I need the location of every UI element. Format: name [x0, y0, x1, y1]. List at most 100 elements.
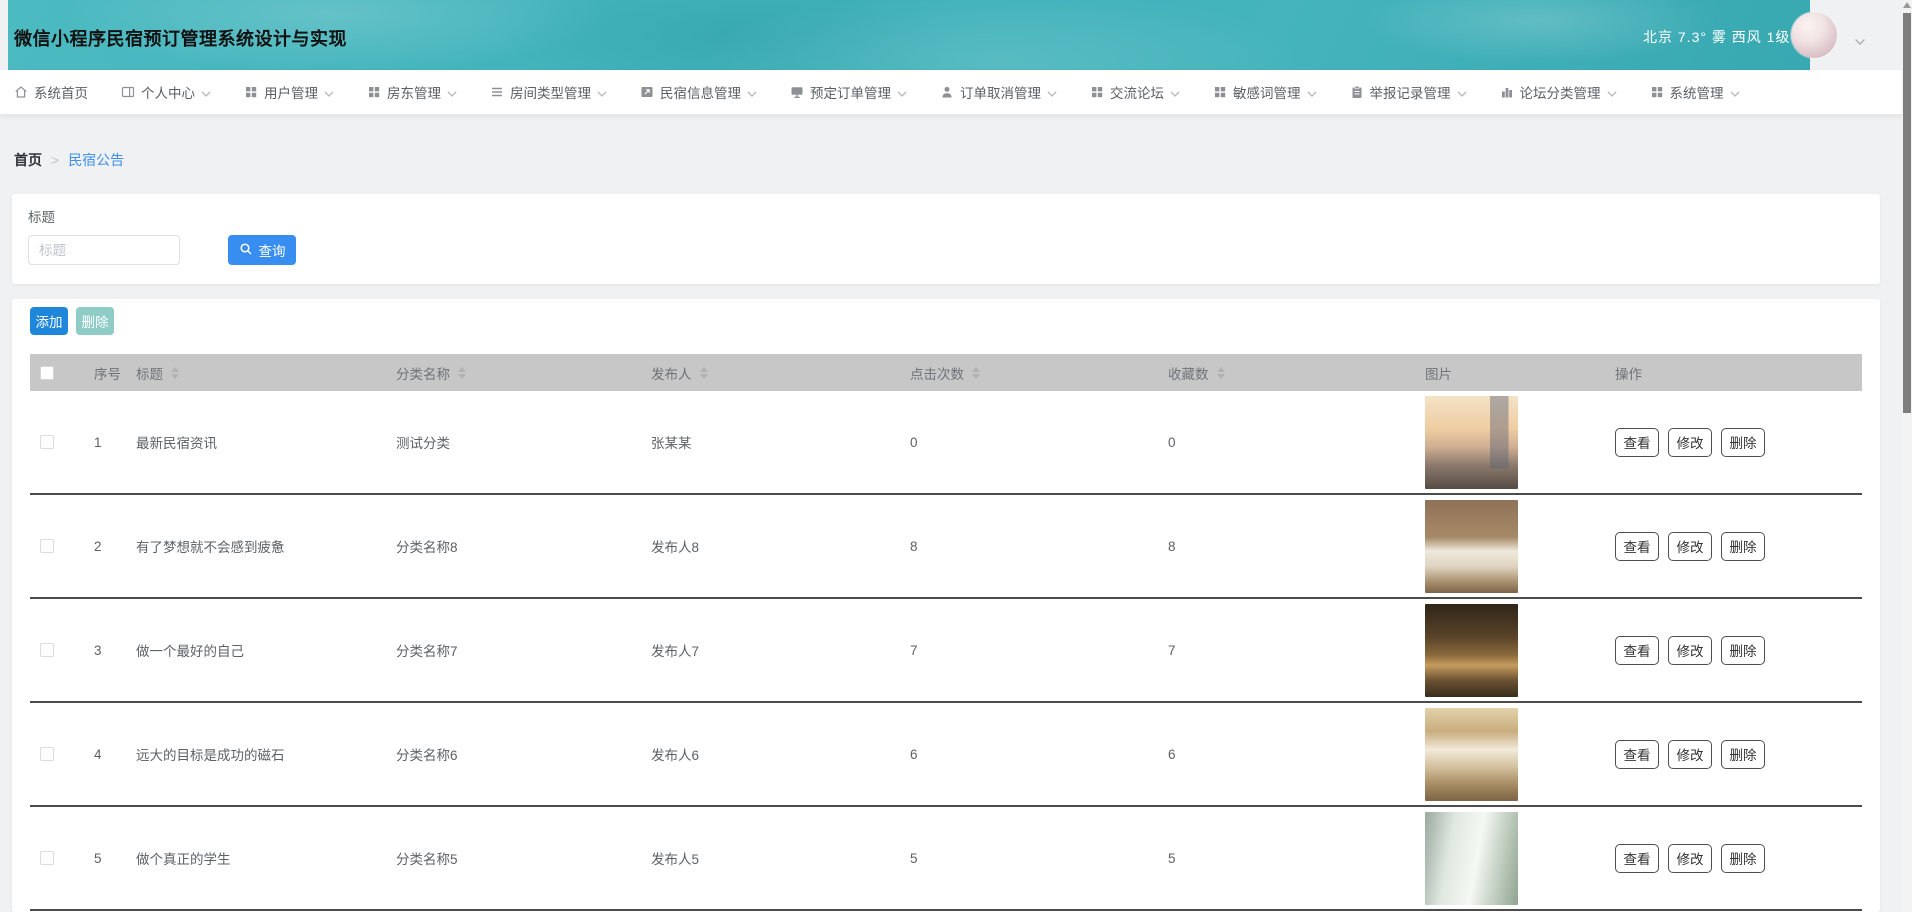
nav-item-booking-order-management[interactable]: 预定订单管理 — [790, 82, 907, 102]
clipboard-icon — [1350, 85, 1364, 99]
table-row: 1 最新民宿资讯 测试分类 张某某 0 0 查看 修改 删除 — [30, 391, 1862, 495]
row-checkbox[interactable] — [40, 747, 54, 761]
page-title: 微信小程序民宿预订管理系统设计与实现 — [14, 29, 347, 49]
nav-item-personal-center[interactable]: 个人中心 — [121, 82, 211, 102]
search-panel: 标题 查询 — [12, 194, 1880, 284]
nav-item-landlord-management[interactable]: 房东管理 — [367, 82, 457, 102]
row-publisher: 发布人8 — [651, 540, 700, 555]
app-header-banner: 微信小程序民宿预订管理系统设计与实现 北京 7.3° 雾 西风 1级 — [8, 0, 1810, 70]
row-index: 4 — [94, 746, 102, 762]
delete-row-button[interactable]: 删除 — [1721, 531, 1765, 561]
grid-icon — [1213, 85, 1227, 99]
grid-icon — [244, 85, 258, 99]
chevron-down-icon — [597, 85, 607, 100]
row-clicks: 6 — [910, 746, 918, 762]
delete-button[interactable]: 删除 — [76, 307, 114, 335]
image-icon — [640, 85, 654, 99]
view-button[interactable]: 查看 — [1615, 739, 1659, 769]
vertical-scrollbar[interactable] — [1902, 0, 1912, 912]
breadcrumb: 首页 > 民宿公告 — [14, 150, 124, 170]
row-title: 远大的目标是成功的磁石 — [136, 748, 285, 763]
chevron-down-icon — [324, 85, 334, 100]
edit-button[interactable]: 修改 — [1668, 843, 1712, 873]
nav-item-order-cancel-management[interactable]: 订单取消管理 — [940, 82, 1057, 102]
delete-row-button[interactable]: 删除 — [1721, 427, 1765, 457]
nav-item-forum[interactable]: 交流论坛 — [1090, 82, 1180, 102]
thumbnail-image — [1425, 811, 1518, 905]
thumbnail-image — [1425, 707, 1518, 801]
table-row: 2 有了梦想就不会感到疲惫 分类名称8 发布人8 8 8 查看 修改 删除 — [30, 495, 1862, 599]
column-header-title[interactable]: 标题 — [136, 363, 396, 383]
thumbnail-image — [1425, 395, 1518, 489]
chevron-down-icon — [747, 85, 757, 100]
sort-icon[interactable] — [1216, 366, 1225, 379]
row-clicks: 7 — [910, 642, 918, 658]
sort-icon[interactable] — [171, 366, 179, 379]
row-category: 分类名称8 — [396, 540, 458, 555]
scrollbar-up-arrow-icon[interactable] — [1903, 2, 1911, 8]
nav-item-report-record-management[interactable]: 举报记录管理 — [1350, 82, 1467, 102]
view-button[interactable]: 查看 — [1615, 427, 1659, 457]
edit-button[interactable]: 修改 — [1668, 427, 1712, 457]
nav-item-forum-category-management[interactable]: 论坛分类管理 — [1500, 82, 1617, 102]
thumbnail-image — [1425, 499, 1518, 593]
breadcrumb-current[interactable]: 民宿公告 — [68, 150, 124, 170]
row-checkbox[interactable] — [40, 643, 54, 657]
breadcrumb-home[interactable]: 首页 — [14, 150, 42, 170]
row-checkbox[interactable] — [40, 539, 54, 553]
row-category: 分类名称6 — [396, 748, 458, 763]
chevron-down-icon — [447, 85, 457, 100]
table-row: 4 远大的目标是成功的磁石 分类名称6 发布人6 6 6 查看 修改 删除 — [30, 703, 1862, 807]
row-checkbox[interactable] — [40, 851, 54, 865]
table-row: 3 做一个最好的自己 分类名称7 发布人7 7 7 查看 修改 删除 — [30, 599, 1862, 703]
home-icon — [14, 85, 28, 99]
row-clicks: 0 — [910, 434, 918, 450]
breadcrumb-separator: > — [51, 152, 60, 168]
delete-row-button[interactable]: 删除 — [1721, 739, 1765, 769]
row-index: 5 — [94, 850, 102, 866]
nav-item-homestay-info-management[interactable]: 民宿信息管理 — [640, 82, 757, 102]
title-search-input[interactable] — [28, 235, 180, 265]
column-header-publisher[interactable]: 发布人 — [651, 363, 910, 383]
column-header-clicks[interactable]: 点击次数 — [910, 363, 1168, 383]
grid-icon — [1090, 85, 1104, 99]
column-header-favorites[interactable]: 收藏数 — [1168, 363, 1425, 383]
row-favorites: 0 — [1168, 434, 1176, 450]
chevron-down-icon[interactable] — [1854, 33, 1866, 51]
sort-icon[interactable] — [458, 366, 466, 379]
view-button[interactable]: 查看 — [1615, 843, 1659, 873]
add-button[interactable]: 添加 — [30, 307, 68, 335]
edit-button[interactable]: 修改 — [1668, 739, 1712, 769]
table-header-row: 序号 标题 分类名称 发布人 点击次数 收藏数 图片 操作 — [30, 354, 1862, 391]
nav-item-system-home[interactable]: 系统首页 — [14, 82, 88, 102]
select-all-checkbox[interactable] — [40, 365, 54, 380]
chevron-down-icon — [1307, 85, 1317, 100]
list-icon — [490, 85, 504, 99]
nav-item-sensitive-word-management[interactable]: 敏感词管理 — [1213, 82, 1317, 102]
chevron-down-icon — [1457, 85, 1467, 100]
search-field-label: 标题 — [28, 210, 55, 225]
nav-item-room-type-management[interactable]: 房间类型管理 — [490, 82, 607, 102]
sort-icon[interactable] — [972, 366, 980, 379]
query-button[interactable]: 查询 — [228, 235, 296, 265]
chevron-down-icon — [1170, 85, 1180, 100]
row-clicks: 5 — [910, 850, 918, 866]
column-header-category[interactable]: 分类名称 — [396, 363, 651, 383]
edit-button[interactable]: 修改 — [1668, 531, 1712, 561]
column-header-index: 序号 — [94, 366, 121, 382]
sort-icon[interactable] — [699, 366, 708, 379]
delete-row-button[interactable]: 删除 — [1721, 843, 1765, 873]
search-icon — [239, 242, 253, 259]
row-checkbox[interactable] — [40, 435, 54, 449]
column-header-image: 图片 — [1425, 366, 1452, 382]
edit-button[interactable]: 修改 — [1668, 635, 1712, 665]
scrollbar-thumb[interactable] — [1903, 13, 1911, 413]
view-button[interactable]: 查看 — [1615, 635, 1659, 665]
row-index: 3 — [94, 642, 102, 658]
avatar[interactable] — [1791, 12, 1837, 58]
delete-row-button[interactable]: 删除 — [1721, 635, 1765, 665]
row-index: 1 — [94, 434, 102, 450]
nav-item-user-management[interactable]: 用户管理 — [244, 82, 334, 102]
nav-item-system-management[interactable]: 系统管理 — [1650, 82, 1740, 102]
view-button[interactable]: 查看 — [1615, 531, 1659, 561]
